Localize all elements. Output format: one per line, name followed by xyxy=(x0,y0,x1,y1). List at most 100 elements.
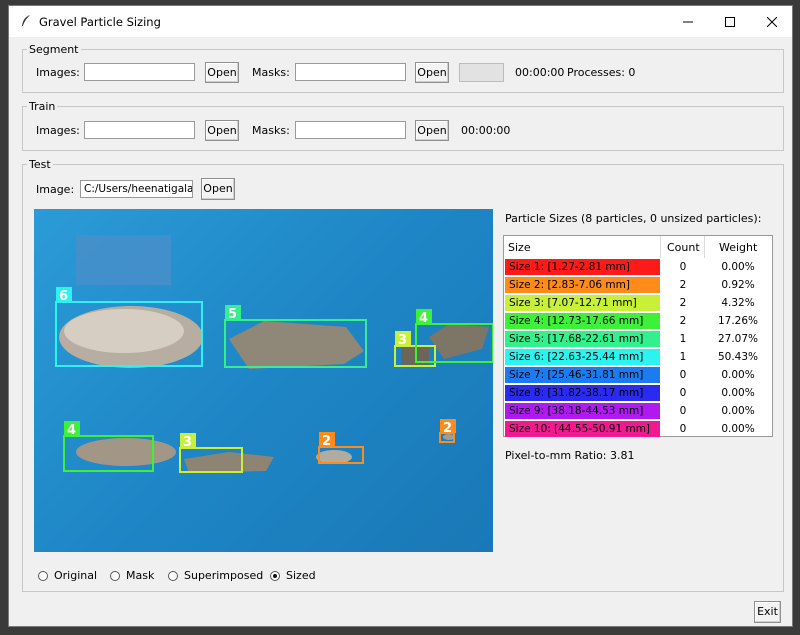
size-range-cell: Size 5: [17.68-22.61 mm] xyxy=(505,331,660,347)
size-range-cell: Size 3: [7.07-12.71 mm] xyxy=(505,295,660,311)
count-cell: 2 xyxy=(679,279,687,291)
minimize-button[interactable] xyxy=(665,6,711,37)
window-title: Gravel Particle Sizing xyxy=(39,15,161,29)
size-range-cell: Size 10: [44.55-50.91 mm] xyxy=(505,421,660,437)
table-row[interactable]: Size 6: [22.63-25.44 mm] 1 50.43% xyxy=(504,348,772,366)
maximize-button[interactable] xyxy=(707,6,753,37)
segment-legend: Segment xyxy=(29,43,79,56)
weight-cell: 17.26% xyxy=(717,315,759,327)
app-window: Gravel Particle Sizing Segment Images: O… xyxy=(8,5,793,627)
train-masks-label: Masks: xyxy=(252,124,290,137)
size-range-cell: Size 1: [1.27-2.81 mm] xyxy=(505,259,660,275)
close-icon xyxy=(767,16,777,27)
particle-label-size2-mid: 2 xyxy=(322,434,331,449)
table-row[interactable]: Size 10: [44.55-50.91 mm] 0 0.00% xyxy=(504,420,772,438)
particle-label-size3-left: 3 xyxy=(183,435,192,450)
particle-label-size6: 6 xyxy=(59,289,68,304)
table-row[interactable]: Size 5: [17.68-22.61 mm] 1 27.07% xyxy=(504,330,772,348)
train-open-images-button[interactable]: Open xyxy=(205,120,239,141)
weight-cell: 0.00% xyxy=(721,423,755,435)
segment-open-images-button[interactable]: Open xyxy=(205,62,239,83)
radio-indicator-icon[interactable] xyxy=(38,570,48,581)
particle-sizes-table: Size Count Weight Size 1: [1.27-2.81 mm]… xyxy=(503,235,773,437)
count-cell: 0 xyxy=(679,369,687,381)
maximize-icon xyxy=(725,16,735,27)
radio-indicator-icon[interactable] xyxy=(110,570,120,581)
train-time: 00:00:00 xyxy=(461,124,511,137)
header-size: Size xyxy=(508,241,531,254)
radio-indicator-icon[interactable] xyxy=(168,570,178,581)
table-header: Size Count Weight xyxy=(504,236,772,258)
count-cell: 0 xyxy=(679,405,687,417)
radio-indicator-icon[interactable] xyxy=(270,570,280,581)
particle-label-size5: 5 xyxy=(228,307,237,322)
close-button[interactable] xyxy=(749,6,795,37)
table-row[interactable]: Size 8: [31.82-38.17 mm] 0 0.00% xyxy=(504,384,772,402)
pixel-to-mm-ratio: Pixel-to-mm Ratio: 3.81 xyxy=(505,449,635,462)
count-cell: 0 xyxy=(679,261,687,273)
weight-cell: 0.00% xyxy=(721,261,755,273)
test-open-image-button[interactable]: Open xyxy=(201,178,235,200)
train-legend: Train xyxy=(29,100,56,113)
size-range-cell: Size 2: [2.83-7.06 mm] xyxy=(505,277,660,293)
weight-cell: 50.43% xyxy=(717,351,759,363)
weight-cell: 0.00% xyxy=(721,369,755,381)
particle-label-size4-left: 4 xyxy=(67,423,76,438)
title-bar: Gravel Particle Sizing xyxy=(9,6,792,37)
weight-cell: 0.00% xyxy=(721,387,755,399)
segment-progress-bar xyxy=(459,63,504,82)
count-cell: 0 xyxy=(679,387,687,399)
radio-superimposed[interactable]: Superimposed xyxy=(168,569,263,582)
table-row[interactable]: Size 3: [7.07-12.71 mm] 2 4.32% xyxy=(504,294,772,312)
weight-cell: 27.07% xyxy=(717,333,759,345)
feather-icon xyxy=(22,15,30,26)
count-cell: 1 xyxy=(679,333,687,345)
radio-label: Original xyxy=(54,569,98,582)
particle-label-size3-right: 3 xyxy=(398,333,407,348)
train-images-label: Images: xyxy=(36,124,80,137)
particle-overlay: 6 5 3 4 4 3 2 2 xyxy=(55,235,493,473)
test-legend: Test xyxy=(29,158,51,171)
radio-label: Sized xyxy=(286,569,316,582)
test-image-input[interactable]: C:/Users/heenatigalaka xyxy=(80,180,193,198)
segment-images-label: Images: xyxy=(36,66,80,79)
segment-processes: Processes: 0 xyxy=(567,66,636,79)
test-image-label: Image: xyxy=(36,183,75,196)
segment-time: 00:00:00 xyxy=(515,66,565,79)
weight-cell: 4.32% xyxy=(721,297,755,309)
minimize-icon xyxy=(683,21,693,22)
train-open-masks-button[interactable]: Open xyxy=(415,120,449,141)
weight-cell: 0.00% xyxy=(721,405,755,417)
count-cell: 0 xyxy=(679,423,687,435)
segment-open-masks-button[interactable]: Open xyxy=(415,62,449,83)
particle-label-size2-right: 2 xyxy=(443,421,452,436)
table-row[interactable]: Size 7: [25.46-31.81 mm] 0 0.00% xyxy=(504,366,772,384)
size-range-cell: Size 7: [25.46-31.81 mm] xyxy=(505,367,660,383)
segment-masks-input[interactable] xyxy=(295,63,406,81)
radio-label: Mask xyxy=(126,569,155,582)
particle-sizes-title: Particle Sizes (8 particles, 0 unsized p… xyxy=(505,212,762,225)
count-cell: 1 xyxy=(679,351,687,363)
train-masks-input[interactable] xyxy=(295,121,406,139)
radio-original[interactable]: Original xyxy=(38,569,97,582)
table-row[interactable]: Size 2: [2.83-7.06 mm] 2 0.92% xyxy=(504,276,772,294)
segment-masks-label: Masks: xyxy=(252,66,290,79)
weight-cell: 0.92% xyxy=(721,279,755,291)
header-weight: Weight xyxy=(719,241,758,254)
segment-images-input[interactable] xyxy=(84,63,195,81)
table-row[interactable]: Size 9: [38.18-44.53 mm] 0 0.00% xyxy=(504,402,772,420)
exit-button[interactable]: Exit xyxy=(754,601,781,623)
table-row[interactable]: Size 4: [12.73-17.66 mm] 2 17.26% xyxy=(504,312,772,330)
radio-sized[interactable]: Sized xyxy=(270,569,316,582)
count-cell: 2 xyxy=(679,315,687,327)
radio-mask[interactable]: Mask xyxy=(110,569,154,582)
train-images-input[interactable] xyxy=(84,121,195,139)
particle-label-size4-right: 4 xyxy=(419,311,428,326)
radio-label: Superimposed xyxy=(184,569,264,582)
size-range-cell: Size 8: [31.82-38.17 mm] xyxy=(505,385,660,401)
table-row[interactable]: Size 1: [1.27-2.81 mm] 0 0.00% xyxy=(504,258,772,276)
size-range-cell: Size 6: [22.63-25.44 mm] xyxy=(505,349,660,365)
count-cell: 2 xyxy=(679,297,687,309)
sized-image-preview: 6 5 3 4 4 3 2 2 xyxy=(34,209,493,552)
size-range-cell: Size 9: [38.18-44.53 mm] xyxy=(505,403,660,419)
